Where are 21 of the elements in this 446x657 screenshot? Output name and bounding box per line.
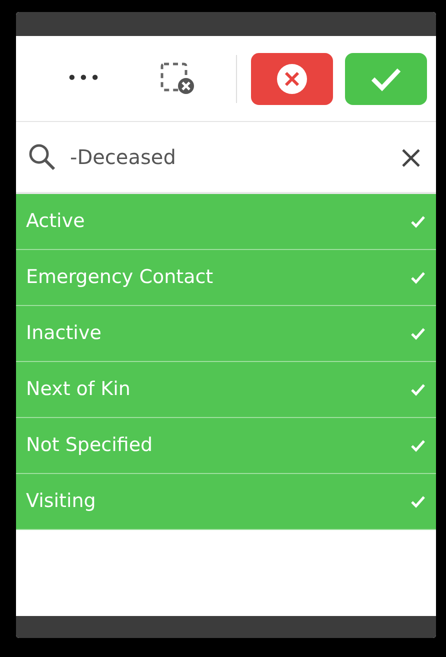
close-icon <box>400 146 422 169</box>
cancel-icon <box>276 62 308 94</box>
clear-selection-button[interactable] <box>160 62 196 96</box>
check-icon <box>410 494 426 508</box>
search-field[interactable]: -Deceased <box>68 141 396 173</box>
check-icon <box>370 66 402 92</box>
clear-selection-icon <box>160 62 196 96</box>
search-icon <box>28 143 56 171</box>
check-icon <box>410 382 426 396</box>
list-item[interactable]: Next of Kin <box>16 362 436 418</box>
list-item[interactable]: Not Specified <box>16 418 436 474</box>
list-item[interactable]: Inactive <box>16 306 436 362</box>
list-item[interactable]: Visiting <box>16 474 436 530</box>
list-item[interactable]: Emergency Contact <box>16 250 436 306</box>
more-button[interactable]: ••• <box>48 64 120 93</box>
cancel-button[interactable] <box>251 52 333 104</box>
check-icon <box>410 214 426 228</box>
check-icon <box>410 270 426 284</box>
list-item[interactable]: Active <box>16 194 436 250</box>
check-icon <box>410 326 426 340</box>
check-icon <box>410 438 426 452</box>
